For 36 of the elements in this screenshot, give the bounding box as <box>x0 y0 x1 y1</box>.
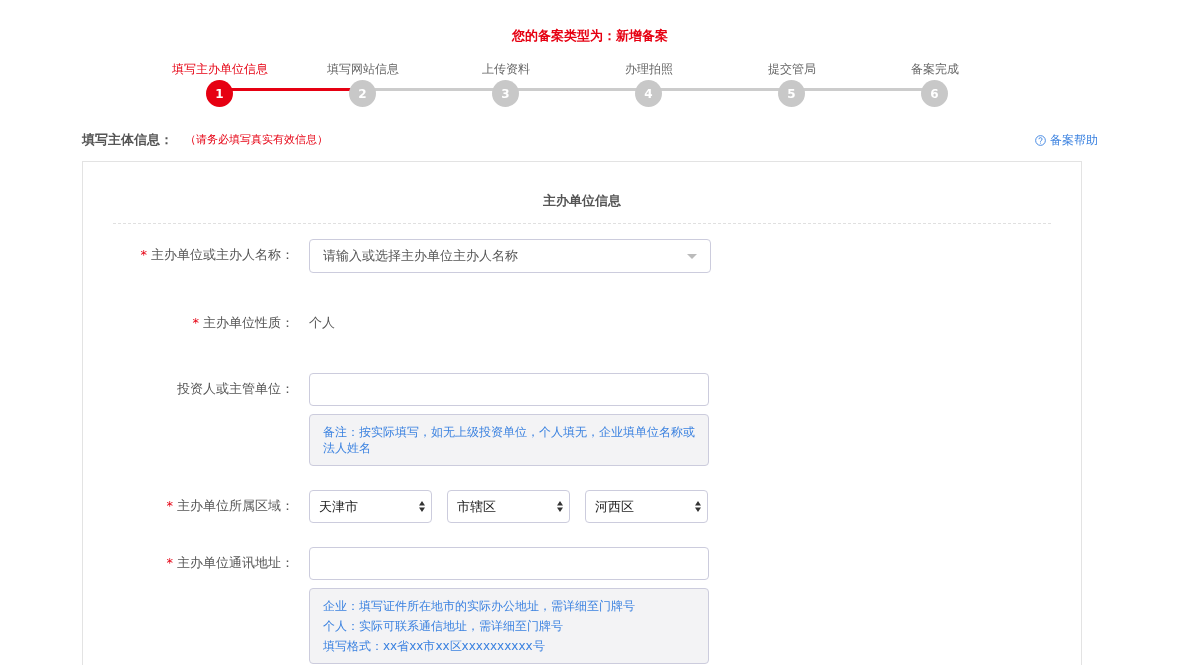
required-mark: * <box>166 554 173 573</box>
step-label: 提交管局 <box>767 61 816 78</box>
hint-text: 备注：按实际填写，如无上级投资单位，个人填无，企业填单位名称或法人姓名 <box>323 424 696 456</box>
hint-text: 企业：填写证件所在地市的实际办公地址，需详细至门牌号 <box>323 598 636 614</box>
name-combobox[interactable]: 请输入或选择主办单位主办人名称 <box>309 239 711 273</box>
caret-icon <box>687 253 697 259</box>
sort-arrows-icon <box>419 501 425 512</box>
record-type-text: 您的备案类型为：新增备案 <box>512 27 668 45</box>
step-label: 填写主办单位信息 <box>171 61 268 78</box>
region-select[interactable]: 天津市 <box>309 490 432 523</box>
field-label: 主办单位所属区域： <box>177 497 294 516</box>
field-value: 个人 <box>309 314 335 332</box>
step-label: 备案完成 <box>910 61 959 78</box>
sort-arrows-icon <box>695 501 701 512</box>
input-field[interactable] <box>309 373 709 406</box>
field-label: 主办单位或主办人名称： <box>151 246 294 265</box>
field-label: 主办单位通讯地址： <box>177 554 294 573</box>
help-icon <box>1035 134 1046 146</box>
required-mark: * <box>192 314 199 333</box>
hint-text: 填写格式：xx省xx市xx区xxxxxxxxxx号 <box>323 638 546 654</box>
section-title: 填写主体信息： <box>82 131 173 150</box>
section-notice: （请务必填写真实有效信息） <box>185 131 328 148</box>
hint-text: 个人：实际可联系通信地址，需详细至门牌号 <box>323 618 564 634</box>
input-field[interactable] <box>309 547 709 580</box>
help-link[interactable]: 备案帮助 <box>1035 131 1098 149</box>
step-label: 上传资料 <box>481 61 530 78</box>
card-title: 主办单位信息 <box>543 191 621 210</box>
step-label: 办理拍照 <box>624 61 673 78</box>
field-label: 投资人或主管单位： <box>177 380 294 399</box>
required-mark: * <box>166 497 173 516</box>
required-mark: * <box>140 246 147 265</box>
region-select[interactable]: 市辖区 <box>447 490 570 523</box>
sort-arrows-icon <box>557 501 563 512</box>
field-label: 主办单位性质： <box>203 314 294 333</box>
step-label: 填写网站信息 <box>326 61 399 78</box>
region-select[interactable]: 河西区 <box>585 490 708 523</box>
